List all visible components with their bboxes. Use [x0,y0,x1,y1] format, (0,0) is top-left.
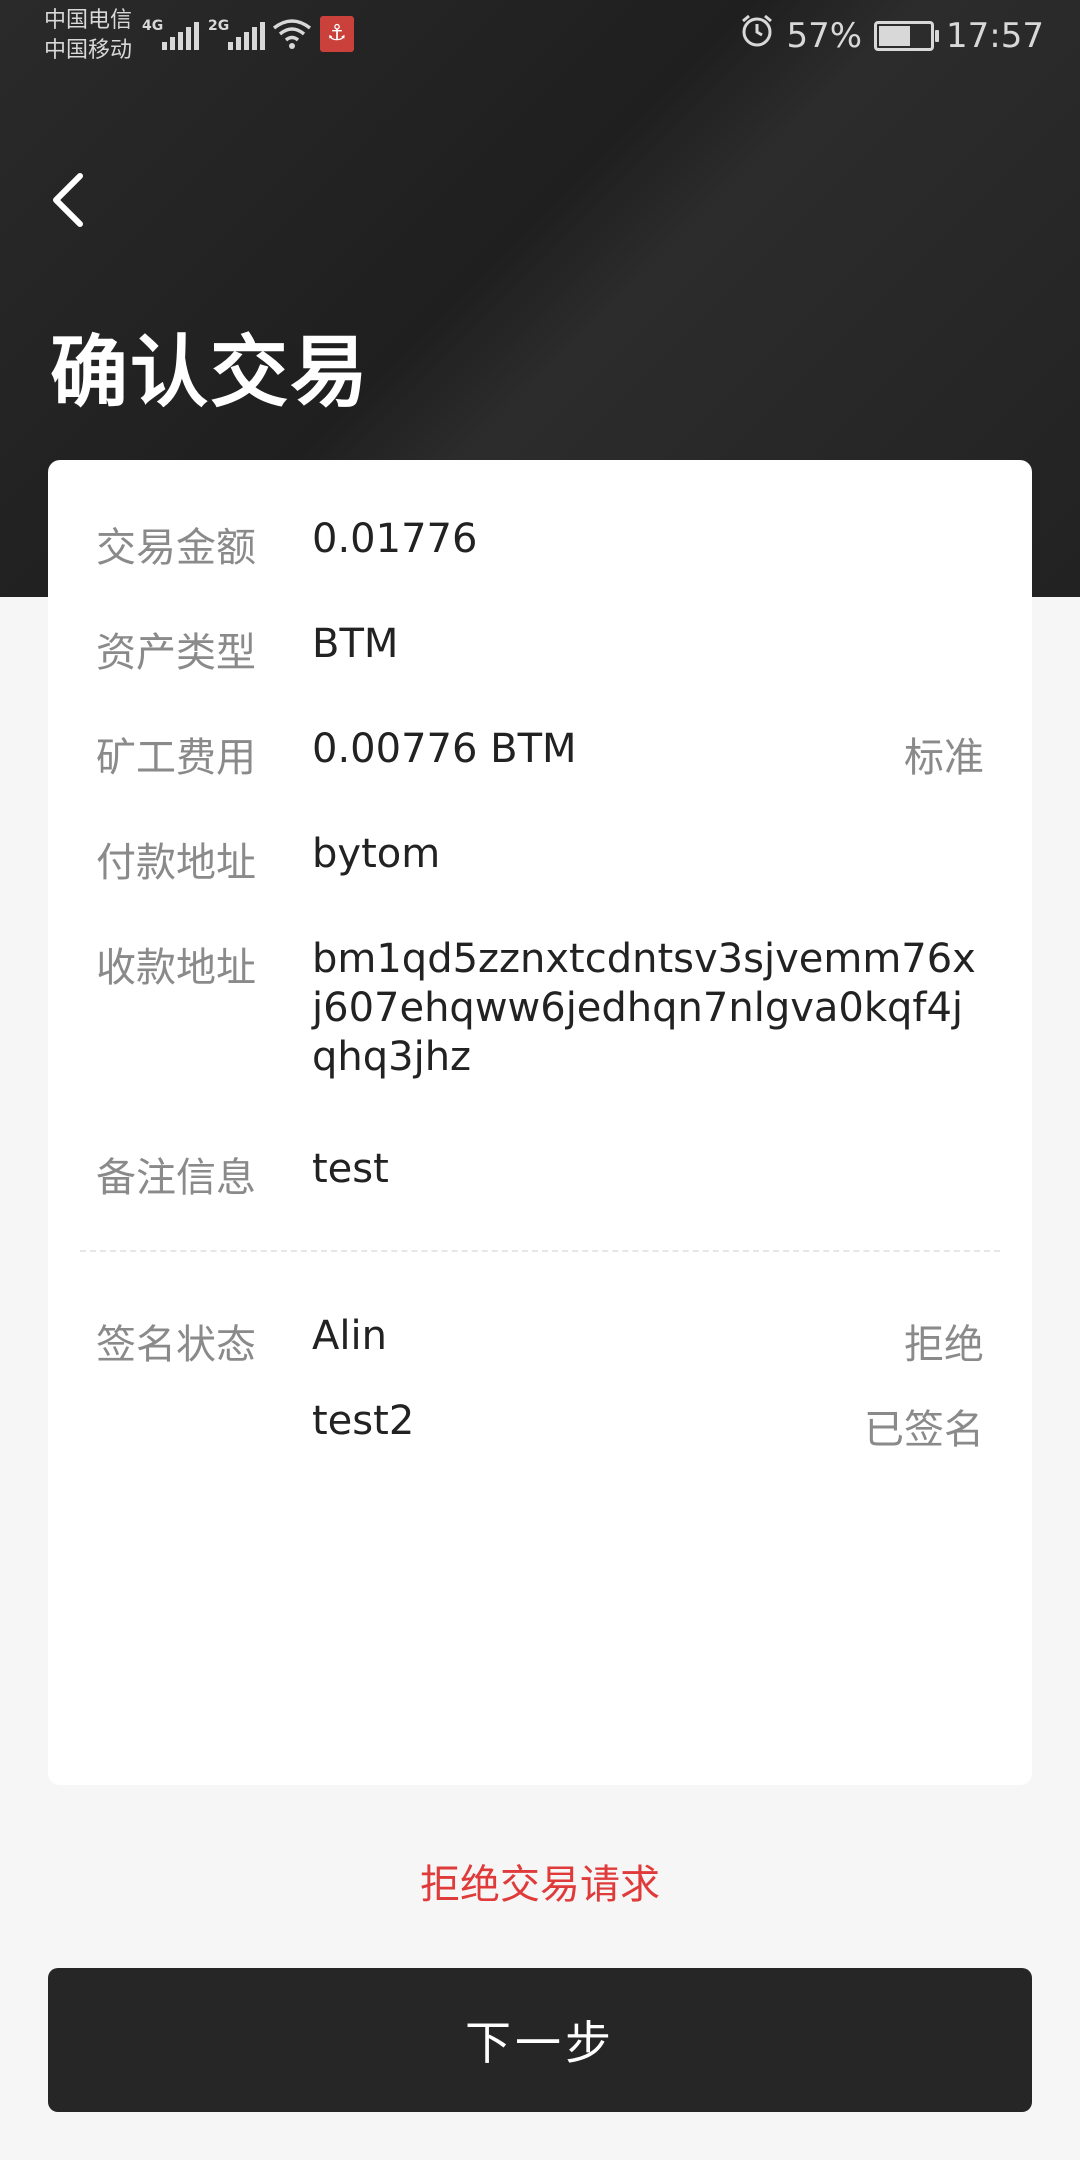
carrier-1: 中国电信 [44,8,133,33]
status-right: 57% 17:57 [740,14,1044,57]
detail-value: bm1qd5zznxtcdntsv3sjvemm76xj607ehqww6jed… [312,936,976,1080]
status-bar: 中国电信 中国移动 4G 2G ⚓ 57% 17:57 [0,0,1080,70]
detail-label: 收款地址 [96,945,256,991]
battery-icon [874,20,940,51]
battery-percent: 57% [786,15,863,56]
detail-label: 交易金额 [96,525,256,571]
detail-value: 0.00776 BTM [312,726,577,772]
detail-value: test [312,1146,389,1192]
transaction-details-card: 交易金额 0.01776 资产类型 BTM 矿工费用 0.00776 BTM 标… [48,460,1032,1785]
wifi-icon [272,18,312,54]
detail-label: 矿工费用 [96,735,256,781]
reject-transaction-link[interactable]: 拒绝交易请求 [0,1852,1080,1910]
chevron-left-icon [53,173,83,227]
network-type-1: 4G [142,18,164,34]
page-title: 确认交易 [50,328,371,418]
clock: 17:57 [946,15,1044,56]
carrier-2: 中国移动 [44,38,133,63]
next-step-button[interactable]: 下一步 [48,1968,1032,2112]
fee-level: 标准 [904,735,984,781]
divider [80,1250,1000,1252]
detail-label: 付款地址 [96,840,256,886]
signer-status: 拒绝 [904,1322,984,1368]
detail-value: BTM [312,621,399,667]
network-type-2: 2G [208,18,230,34]
carrier-names: 中国电信 中国移动 [44,6,132,66]
back-button[interactable] [40,160,100,240]
signer-status: 已签名 [864,1407,984,1453]
detail-value: 0.01776 [312,516,478,562]
app-notification-icon: ⚓ [320,16,354,52]
alarm-icon [740,14,774,57]
detail-label: 备注信息 [96,1155,256,1201]
signer-name: Alin [312,1313,387,1359]
detail-value: bytom [312,831,441,877]
detail-label: 资产类型 [96,630,256,676]
signature-label: 签名状态 [96,1322,256,1368]
